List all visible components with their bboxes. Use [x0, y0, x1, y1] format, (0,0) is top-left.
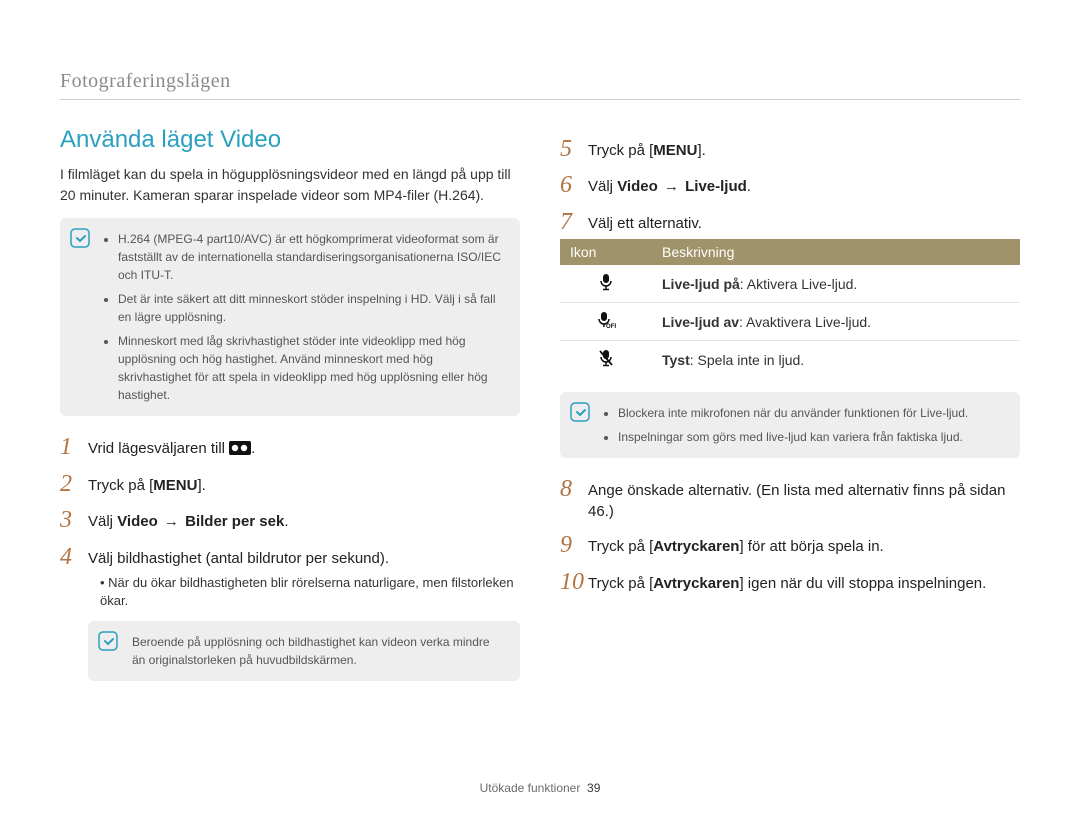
intro-text: I filmläget kan du spela in högupplösnin… [60, 164, 520, 206]
note-item: Blockera inte mikrofonen när du använder… [618, 404, 1006, 422]
step-subtext: När du ökar bildhastigheten blir rörelse… [60, 574, 520, 610]
table-header-desc: Beskrivning [652, 239, 1020, 265]
page-number: 39 [587, 781, 600, 795]
bold-text: Live-ljud på [662, 276, 740, 292]
text: ] igen när du vill stoppa inspelningen. [739, 575, 986, 592]
text: Välj [588, 178, 617, 195]
note-item: Minneskort med låg skrivhastighet stöder… [118, 332, 506, 404]
step-number: 2 [60, 471, 88, 497]
step-number: 9 [560, 532, 588, 558]
shutter-key: Avtryckaren [653, 575, 739, 592]
note-box-format: H.264 (MPEG-4 part10/AVC) är ett högkomp… [60, 218, 520, 416]
step-text: Tryck på [Avtryckaren] för att börja spe… [588, 532, 884, 557]
text: Tryck på [ [588, 538, 653, 555]
text: : Avaktivera Live-ljud. [739, 314, 871, 330]
note-icon [70, 228, 90, 248]
page: Fotograferingslägen Använda läget Video … [0, 0, 1080, 815]
left-column: Använda läget Video I filmläget kan du s… [60, 126, 520, 699]
note-box-resolution: Beroende på upplösning och bildhastighet… [88, 621, 520, 681]
content-columns: Använda läget Video I filmläget kan du s… [60, 126, 1020, 699]
table-cell: Tyst: Spela inte in ljud. [652, 341, 1020, 379]
bold-text: Video [617, 178, 658, 195]
step-text: Tryck på [Avtryckaren] igen när du vill … [588, 569, 986, 594]
table-row: Live-ljud på: Aktivera Live-ljud. [560, 265, 1020, 303]
mic-off-icon: OFF [560, 303, 652, 341]
footer-label: Utökade funktioner [480, 781, 581, 795]
step-number: 10 [560, 569, 588, 595]
note-icon [98, 631, 118, 651]
bold-text: Tyst [662, 352, 690, 368]
text: ]. [197, 477, 205, 494]
step-text: Tryck på [MENU]. [588, 136, 706, 161]
step-4-wrap: 4 Välj bildhastighet (antal bildrutor pe… [60, 544, 520, 611]
step-text: Vrid lägesväljaren till . [88, 434, 255, 461]
text: Tryck på [ [588, 575, 653, 592]
bold-text: Bilder per sek [185, 513, 284, 530]
step-text: Välj bildhastighet (antal bildrutor per … [88, 544, 389, 569]
step-number: 5 [560, 136, 588, 162]
step-text: Ange önskade alternativ. (En lista med a… [588, 476, 1020, 522]
text: ]. [697, 142, 705, 159]
text: . [284, 513, 288, 530]
table-row: Tyst: Spela inte in ljud. [560, 341, 1020, 379]
text: . [747, 178, 751, 195]
step-number: 3 [60, 507, 88, 533]
video-mode-icon [229, 440, 251, 461]
menu-key: MENU [153, 475, 197, 496]
text: Vrid lägesväljaren till [88, 440, 229, 457]
options-table: Ikon Beskrivning Live-ljud på: Aktivera … [560, 239, 1020, 378]
shutter-key: Avtryckaren [653, 538, 739, 555]
text: Välj [88, 513, 117, 530]
mic-mute-icon [560, 341, 652, 379]
note-icon [570, 402, 590, 422]
note-text: Beroende på upplösning och bildhastighet… [132, 633, 506, 669]
step-text: Tryck på [MENU]. [88, 471, 206, 496]
step-4: 4 Välj bildhastighet (antal bildrutor pe… [60, 544, 520, 570]
step-10: 10 Tryck på [Avtryckaren] igen när du vi… [560, 569, 1020, 595]
step-5: 5 Tryck på [MENU]. [560, 136, 1020, 162]
svg-text:OFF: OFF [606, 324, 616, 329]
mic-on-icon [560, 265, 652, 303]
bold-text: Video [117, 513, 158, 530]
step-9: 9 Tryck på [Avtryckaren] för att börja s… [560, 532, 1020, 558]
step-1: 1 Vrid lägesväljaren till . [60, 434, 520, 461]
table-row: OFF Live-ljud av: Avaktivera Live-ljud. [560, 303, 1020, 341]
step-number: 8 [560, 476, 588, 502]
step-6: 6 Välj Video → Live-ljud. [560, 172, 1020, 198]
table-cell: Live-ljud av: Avaktivera Live-ljud. [652, 303, 1020, 341]
step-7: 7 Välj ett alternativ. [560, 209, 1020, 235]
text: . [251, 440, 255, 457]
step-number: 6 [560, 172, 588, 198]
step-8: 8 Ange önskade alternativ. (En lista med… [560, 476, 1020, 522]
text: Tryck på [ [588, 142, 653, 159]
step-number: 7 [560, 209, 588, 235]
step-text: Välj Video → Bilder per sek. [88, 507, 289, 532]
note-item: Inspelningar som görs med live-ljud kan … [618, 428, 1006, 446]
right-column: 5 Tryck på [MENU]. 6 Välj Video → Live-l… [560, 126, 1020, 699]
step-2: 2 Tryck på [MENU]. [60, 471, 520, 497]
step-3: 3 Välj Video → Bilder per sek. [60, 507, 520, 533]
step-text: Välj ett alternativ. [588, 209, 702, 234]
text: : Spela inte in ljud. [690, 352, 804, 368]
table-cell: Live-ljud på: Aktivera Live-ljud. [652, 265, 1020, 303]
section-title: Använda läget Video [60, 126, 520, 154]
step-number: 4 [60, 544, 88, 570]
breadcrumb: Fotograferingslägen [60, 70, 1020, 100]
arrow: → [158, 513, 185, 530]
text: : Aktivera Live-ljud. [740, 276, 858, 292]
page-footer: Utökade funktioner 39 [0, 781, 1080, 795]
bold-text: Live-ljud av [662, 314, 739, 330]
arrow: → [658, 178, 685, 195]
bold-text: Live-ljud [685, 178, 747, 195]
text: Tryck på [ [88, 477, 153, 494]
step-text: Välj Video → Live-ljud. [588, 172, 751, 197]
note-box-microphone: Blockera inte mikrofonen när du använder… [560, 392, 1020, 458]
table-header-icon: Ikon [560, 239, 652, 265]
note-item: Det är inte säkert att ditt minneskort s… [118, 290, 506, 326]
note-item: H.264 (MPEG-4 part10/AVC) är ett högkomp… [118, 230, 506, 284]
step-number: 1 [60, 434, 88, 460]
text: ] för att börja spela in. [739, 538, 883, 555]
menu-key: MENU [653, 140, 697, 161]
